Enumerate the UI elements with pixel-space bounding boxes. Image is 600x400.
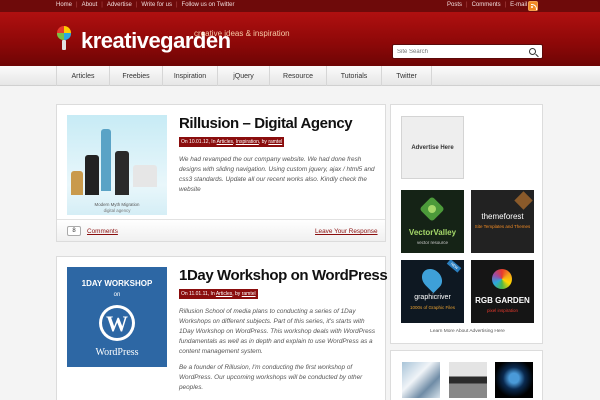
ad-themeforest[interactable]: themeforest Site Templates and Themes [471, 190, 534, 253]
rgb-balloon-icon [492, 269, 512, 289]
top-links-right: Posts | Comments | E-mail [447, 2, 528, 8]
top-bar: Home | About | Advertise | Write for us | Fo… [0, 0, 600, 12]
graphicriver-drop-icon [417, 264, 447, 294]
category-link[interactable]: Articles [217, 139, 233, 145]
nav-item-freebies[interactable]: Freebies [109, 66, 162, 86]
ad-sub: 1000s of Graphic Files [409, 305, 456, 310]
search-input[interactable] [397, 47, 517, 57]
wordpress-w-glyph: W [106, 311, 128, 336]
category-link[interactable]: Inspiration [236, 139, 259, 145]
post-thumbnail[interactable]: Modern Myth Migration digital agency [67, 115, 167, 215]
ad-name: RGB GARDEN [475, 296, 530, 305]
search-box [392, 44, 543, 59]
post-title[interactable]: 1Day Workshop on WordPress [179, 267, 388, 284]
thumb-caption-sub: digital agency [103, 208, 131, 213]
gallery-thumbnail[interactable] [495, 362, 533, 398]
site-header: kreativegarden creative ideas & inspirat… [0, 12, 600, 66]
giraffe-figure [71, 171, 83, 195]
nav-item-resource[interactable]: Resource [269, 66, 326, 86]
ribbon-badge-icon [514, 191, 533, 210]
rss-icon[interactable] [528, 1, 538, 11]
nav-item-twitter[interactable]: Twitter [381, 66, 432, 86]
top-links-left: Home | About | Advertise | Write for us | Fo… [56, 2, 235, 8]
category-link[interactable]: Articles [216, 291, 232, 297]
comments-link[interactable]: Comments [87, 228, 118, 235]
main-nav: Articles Freebies Inspiration jQuery Res… [0, 66, 600, 86]
nav-item-jquery[interactable]: jQuery [217, 66, 269, 86]
ad-rgbgarden[interactable]: RGB GARDEN pixel inspiration [471, 260, 534, 323]
ad-name: themeforest [481, 212, 524, 221]
nav-item-tutorials[interactable]: Tutorials [326, 66, 381, 86]
person-figure [85, 155, 99, 195]
ad-graphicriver[interactable]: NEW graphicriver 1000s of Graphic Files [401, 260, 464, 323]
search-icon[interactable] [529, 48, 536, 55]
truck-figure [133, 165, 157, 187]
ad-sub: Site Templates and Themes [474, 224, 531, 229]
feed-link-comments[interactable]: Comments [472, 2, 501, 8]
statue-figure [101, 129, 111, 191]
thumb-caption: Modern Myth Migration [94, 202, 140, 207]
ad-name: VectorValley [408, 228, 457, 237]
feed-link-posts[interactable]: Posts [447, 2, 462, 8]
post-excerpt: We had revamped the our company website.… [179, 156, 375, 193]
gallery-thumbnail[interactable] [402, 362, 440, 398]
advertise-here-slot[interactable]: Advertise Here [401, 116, 464, 179]
ad-vectorvalley[interactable]: VectorValley vector resource [401, 190, 464, 253]
sidebar-ads: Advertise Here VectorValley vector resou… [390, 104, 543, 344]
post-footer: 8 Comments Leave Your Response [57, 219, 385, 241]
comment-count-badge: 8 [67, 226, 81, 236]
feed-link-email[interactable]: E-mail [510, 2, 527, 8]
post-meta: On 11.01.11, In Articles, by ramtel [179, 289, 258, 299]
leave-response-link[interactable]: Leave Your Response [315, 228, 378, 235]
post-card: 1DAY WORKSHOP on W WordPress 1Day Worksh… [56, 256, 388, 400]
post-meta: On 10.01.12, In Articles, Inspiration, b… [179, 137, 285, 147]
ad-sub: vector resource [416, 240, 448, 245]
logo-stem [62, 40, 66, 50]
top-link-write-for-us[interactable]: Write for us [141, 2, 172, 8]
site-tagline: creative ideas & inspiration [194, 29, 290, 38]
author-link[interactable]: ramtel [242, 291, 256, 297]
post-card: Modern Myth Migration digital agency Ril… [56, 104, 386, 242]
ad-sub: pixel inspiration [486, 308, 519, 313]
thumb-on: on [113, 292, 121, 298]
nav-item-inspiration[interactable]: Inspiration [162, 66, 217, 86]
advertising-info-link[interactable]: Learn More About Advertising Here [391, 329, 544, 334]
post-thumbnail[interactable]: 1DAY WORKSHOP on W WordPress [67, 267, 167, 367]
top-link-advertise[interactable]: Advertise [107, 2, 132, 8]
vectorvalley-leaf-icon [419, 196, 445, 222]
top-link-twitter[interactable]: Follow us on Twitter [182, 2, 235, 8]
thumb-title: 1DAY WORKSHOP [81, 279, 153, 288]
balloon-logo-icon[interactable] [57, 26, 71, 40]
ad-name: graphicriver [414, 294, 451, 301]
gallery-thumbnail[interactable] [449, 362, 487, 398]
post-title[interactable]: Rillusion – Digital Agency [179, 115, 353, 132]
nav-item-articles[interactable]: Articles [56, 66, 109, 86]
person-figure [115, 151, 129, 195]
author-link[interactable]: ramtel [268, 139, 282, 145]
new-badge: NEW [446, 260, 462, 273]
top-link-about[interactable]: About [82, 2, 98, 8]
thumb-brand: WordPress [95, 347, 139, 358]
post-excerpt: Rillusion School of media plans to condu… [179, 308, 376, 391]
top-link-home[interactable]: Home [56, 2, 72, 8]
sidebar-gallery [390, 350, 543, 400]
